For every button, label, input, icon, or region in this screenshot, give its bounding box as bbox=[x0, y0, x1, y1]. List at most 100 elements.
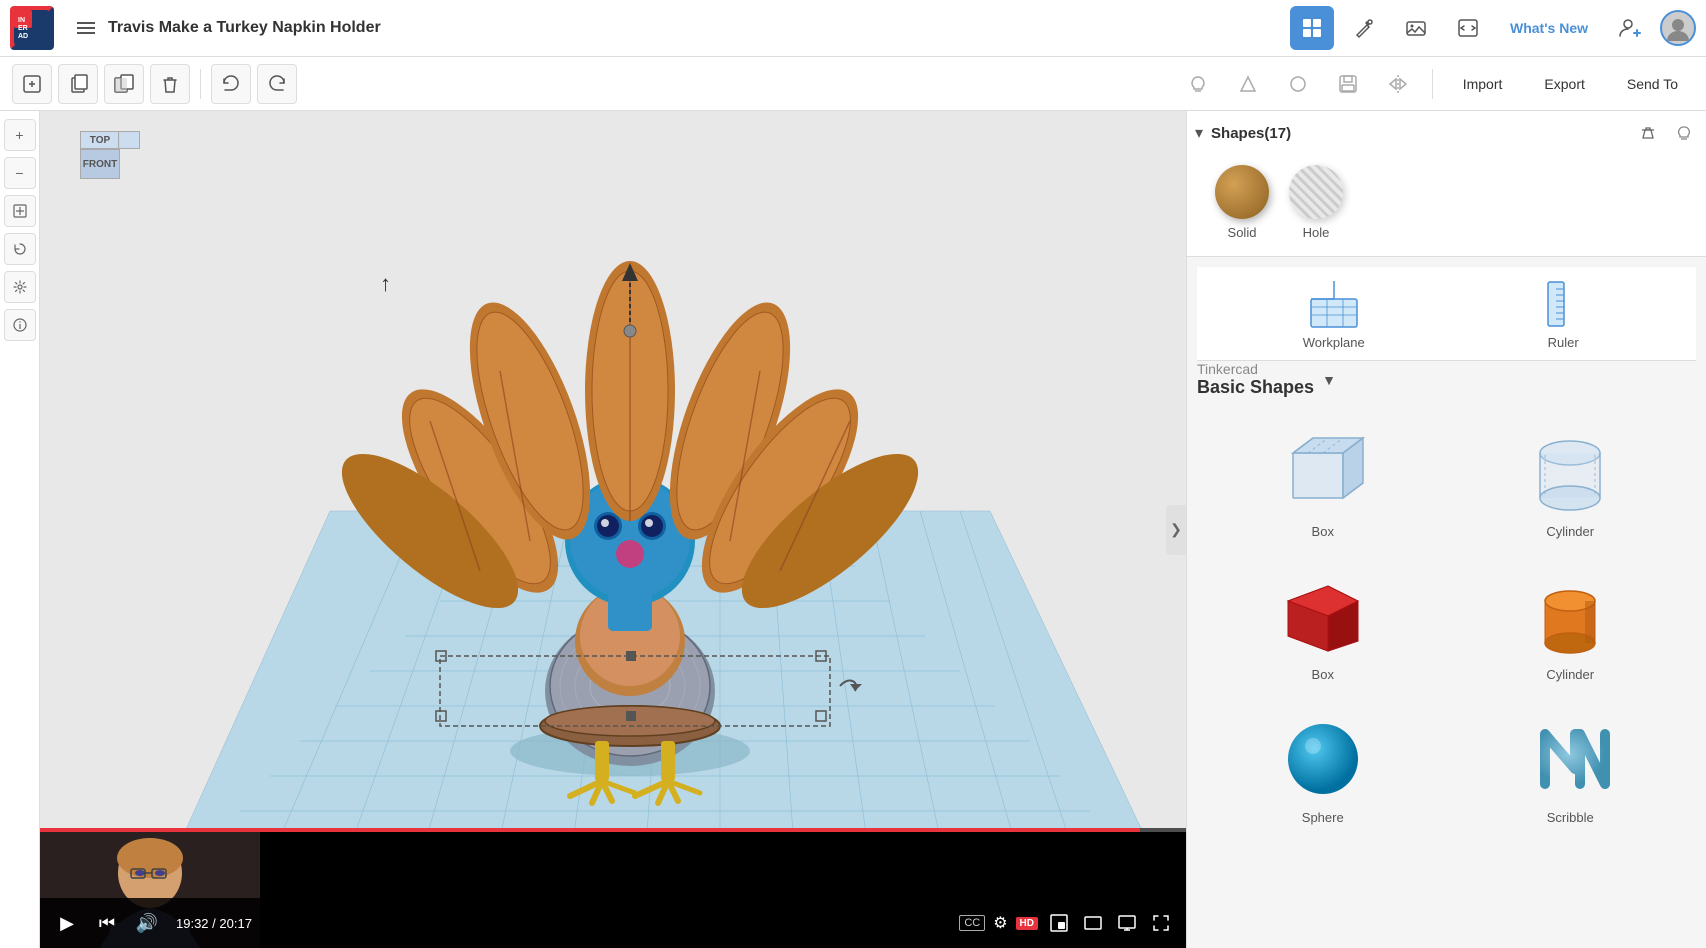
circle-outline-button[interactable] bbox=[1278, 64, 1318, 104]
main-layout: + − bbox=[0, 111, 1706, 948]
solid-label: Solid bbox=[1228, 225, 1257, 240]
video-progress-bar[interactable] bbox=[40, 828, 1186, 832]
duplicate-button[interactable] bbox=[104, 64, 144, 104]
top-right-icons: What's New bbox=[1290, 6, 1696, 50]
add-user-button[interactable] bbox=[1608, 6, 1652, 50]
view-cube[interactable]: TOP FRONT bbox=[60, 131, 140, 211]
workplane-icon bbox=[1307, 277, 1361, 331]
shapes-bucket-icon[interactable] bbox=[1634, 119, 1662, 147]
shape-card-sphere[interactable]: Sphere bbox=[1207, 706, 1439, 833]
video-progress-fill bbox=[40, 828, 1140, 832]
hamburger-icon[interactable] bbox=[64, 6, 108, 50]
toolbar-right: Import Export Send To bbox=[1178, 64, 1694, 104]
rotate-view-button[interactable] bbox=[4, 233, 36, 265]
light-bulb-button[interactable] bbox=[1178, 64, 1218, 104]
separator-2 bbox=[1432, 69, 1433, 99]
cylinder-wireframe-label: Cylinder bbox=[1546, 524, 1594, 539]
toolbar: Import Export Send To bbox=[0, 57, 1706, 111]
box-wireframe-icon bbox=[1278, 428, 1368, 518]
send-to-button[interactable]: Send To bbox=[1611, 69, 1694, 99]
tools-button[interactable] bbox=[1342, 6, 1386, 50]
hole-sphere-icon bbox=[1289, 165, 1343, 219]
library-dropdown-button[interactable]: ▼ bbox=[1322, 372, 1336, 388]
skip-back-button[interactable]: ⏮ bbox=[92, 908, 122, 938]
shapes-light-icon[interactable] bbox=[1670, 119, 1698, 147]
shapes-panel: ▾ Shapes(17) bbox=[1187, 111, 1706, 257]
fit-view-button[interactable] bbox=[4, 195, 36, 227]
settings-button[interactable] bbox=[4, 271, 36, 303]
cylinder-solid-icon bbox=[1525, 571, 1615, 661]
ruler-icon bbox=[1536, 277, 1590, 331]
workplane-tool[interactable]: Workplane bbox=[1303, 277, 1365, 350]
box-wireframe-label: Box bbox=[1312, 524, 1334, 539]
grid-view-button[interactable] bbox=[1290, 6, 1334, 50]
view-cube-top[interactable]: TOP bbox=[80, 131, 120, 149]
tv-button[interactable] bbox=[1114, 910, 1140, 936]
video-time: 19:32 / 20:17 bbox=[176, 916, 252, 931]
export-button[interactable]: Export bbox=[1528, 69, 1600, 99]
separator-1 bbox=[200, 69, 201, 99]
svg-text:↑: ↑ bbox=[380, 271, 391, 296]
import-button[interactable]: Import bbox=[1447, 69, 1519, 99]
shapes-panel-header: ▾ Shapes(17) bbox=[1195, 119, 1698, 147]
whats-new-button[interactable]: What's New bbox=[1498, 14, 1600, 42]
shapes-collapse-button[interactable]: ▾ bbox=[1195, 123, 1203, 143]
hole-shape-option[interactable]: Hole bbox=[1289, 165, 1343, 240]
save-button[interactable] bbox=[1328, 64, 1368, 104]
undo-button[interactable] bbox=[211, 64, 251, 104]
mirror-button[interactable] bbox=[1378, 64, 1418, 104]
shape-library: Workplane Ruler bbox=[1187, 257, 1706, 948]
fullscreen-button[interactable] bbox=[1148, 910, 1174, 936]
workplane-label: Workplane bbox=[1303, 335, 1365, 350]
info-button[interactable] bbox=[4, 309, 36, 341]
zoom-out-button[interactable]: − bbox=[4, 157, 36, 189]
view-cube-side[interactable] bbox=[118, 131, 140, 149]
hole-label: Hole bbox=[1303, 225, 1330, 240]
library-name: Basic Shapes bbox=[1197, 377, 1314, 398]
library-header: Tinkercad Basic Shapes ▼ bbox=[1197, 361, 1696, 398]
shape-card-box-solid[interactable]: Box bbox=[1207, 563, 1439, 690]
delete-button[interactable] bbox=[150, 64, 190, 104]
box-solid-icon bbox=[1278, 571, 1368, 661]
shape-card-cylinder-solid[interactable]: Cylinder bbox=[1455, 563, 1687, 690]
video-controls: ▶ ⏮ 🔊 19:32 / 20:17 CC ⚙ HD bbox=[40, 898, 1186, 948]
ruler-tool[interactable]: Ruler bbox=[1536, 277, 1590, 350]
right-panel: ▾ Shapes(17) bbox=[1186, 111, 1706, 948]
collapse-panel-button[interactable]: ❯ bbox=[1166, 505, 1186, 555]
sphere-label: Sphere bbox=[1302, 810, 1344, 825]
redo-button[interactable] bbox=[257, 64, 297, 104]
copy-button[interactable] bbox=[58, 64, 98, 104]
app-logo: IN ER AD bbox=[10, 6, 54, 50]
theater-button[interactable] bbox=[1080, 910, 1106, 936]
play-button[interactable]: ▶ bbox=[52, 908, 82, 938]
sphere-solid-icon bbox=[1278, 714, 1368, 804]
view-cube-front[interactable]: FRONT bbox=[80, 149, 120, 179]
project-title: Travis Make a Turkey Napkin Holder bbox=[108, 19, 1290, 37]
code-button[interactable] bbox=[1446, 6, 1490, 50]
top-bar: IN ER AD Travis Make a Turkey Napkin Hol… bbox=[0, 0, 1706, 57]
shape-card-scribble[interactable]: Scribble bbox=[1455, 706, 1687, 833]
cylinder-solid-label: Cylinder bbox=[1546, 667, 1594, 682]
settings-icon[interactable]: ⚙ bbox=[993, 913, 1007, 933]
shapes-title: Shapes(17) bbox=[1211, 125, 1626, 142]
3d-canvas[interactable]: ↑ bbox=[40, 111, 1186, 948]
box-solid-label: Box bbox=[1312, 667, 1334, 682]
avatar[interactable] bbox=[1660, 10, 1696, 46]
shape-card-box-wireframe[interactable]: Box bbox=[1207, 420, 1439, 547]
hd-badge: HD bbox=[1016, 917, 1038, 930]
volume-button[interactable]: 🔊 bbox=[132, 908, 162, 938]
gallery-button[interactable] bbox=[1394, 6, 1438, 50]
scribble-label: Scribble bbox=[1547, 810, 1594, 825]
ruler-label: Ruler bbox=[1548, 335, 1579, 350]
left-sidebar: + − bbox=[0, 111, 40, 948]
tools-row: Workplane Ruler bbox=[1197, 267, 1696, 361]
shape-card-cylinder-wireframe[interactable]: Cylinder bbox=[1455, 420, 1687, 547]
video-overlay: ▶ ⏮ 🔊 19:32 / 20:17 CC ⚙ HD bbox=[40, 828, 1186, 948]
new-button[interactable] bbox=[12, 64, 52, 104]
canvas-area[interactable]: TOP FRONT bbox=[40, 111, 1186, 948]
miniplayer-button[interactable] bbox=[1046, 910, 1072, 936]
zoom-in-button[interactable]: + bbox=[4, 119, 36, 151]
shape-outline-button[interactable] bbox=[1228, 64, 1268, 104]
cc-badge[interactable]: CC bbox=[959, 915, 985, 931]
solid-shape-option[interactable]: Solid bbox=[1215, 165, 1269, 240]
